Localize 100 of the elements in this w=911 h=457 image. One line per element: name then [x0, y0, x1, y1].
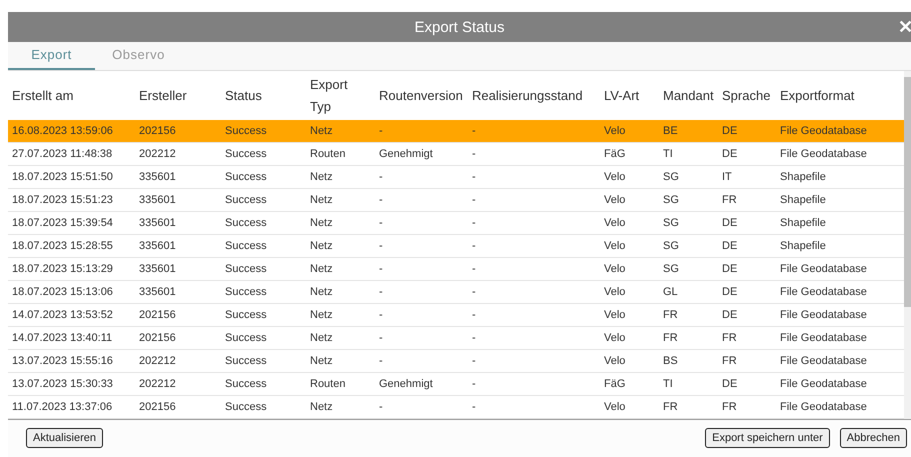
table-cell-text: - — [379, 240, 384, 252]
column-header[interactable]: Status — [225, 88, 310, 103]
table-cell-text: - — [379, 125, 384, 137]
table-cell-text: GL — [663, 286, 679, 298]
table-cell-text: - — [379, 217, 384, 229]
table-cell-text: - — [379, 286, 384, 298]
table-cell-text: - — [472, 194, 477, 206]
column-header[interactable]: Exportformat — [780, 88, 904, 103]
table-cell-text: Success — [225, 125, 268, 137]
table-cell-text: Velo — [604, 171, 626, 183]
table-cell-text: - — [472, 309, 477, 321]
table-row[interactable]: 18.07.2023 15:39:54 335601 Success Netz - - Velo SG DE Shapefile — [8, 212, 904, 235]
table-cell-text: Success — [225, 401, 268, 413]
table-cell-text: 202212 — [139, 378, 177, 390]
table-cell-text: - — [472, 286, 477, 298]
table-cell-text: FR — [722, 401, 738, 413]
table-cell-text: 14.07.2023 13:40:11 — [12, 332, 114, 344]
table-cell-text: Shapefile — [780, 171, 827, 183]
table-cell-text: Genehmigt — [379, 378, 434, 390]
table-cell-text: Netz — [310, 286, 334, 298]
table-cell-text: 27.07.2023 11:48:38 — [12, 148, 114, 160]
table-cell-text: File Geodatabase — [780, 263, 868, 275]
table-cell-text: Netz — [310, 309, 334, 321]
column-header[interactable]: LV-Art — [604, 88, 663, 103]
table-cell-text: Success — [225, 332, 268, 344]
column-header[interactable]: Realisierungsstand — [472, 88, 604, 103]
table-row[interactable]: 11.07.2023 13:37:06 202156 Success Netz - - Velo FR FR File Geodatabase — [8, 396, 904, 419]
table-cell-text: TI — [663, 148, 674, 160]
table-cell-text: Velo — [604, 332, 626, 344]
table-cell-text: 11.07.2023 13:37:06 — [12, 401, 114, 413]
table-row[interactable]: 18.07.2023 15:28:55 335601 Success Netz - - Velo SG DE Shapefile — [8, 235, 904, 258]
table-cell-text: Velo — [604, 217, 626, 229]
table-cell-text: FäG — [604, 148, 626, 160]
column-header[interactable]: Export Typ — [310, 74, 350, 118]
table-cell-text: 13.07.2023 15:55:16 — [12, 355, 114, 367]
table-cell-text: Success — [225, 148, 268, 160]
table-cell-text: Velo — [604, 286, 626, 298]
table-cell-text: Genehmigt — [379, 148, 434, 160]
table-cell-text: File Geodatabase — [780, 332, 868, 344]
table-cell-text: Shapefile — [780, 217, 827, 229]
table-cell-text: Shapefile — [780, 194, 827, 206]
table-row[interactable]: 18.07.2023 15:51:23 335601 Success Netz - - Velo SG FR Shapefile — [8, 189, 904, 212]
column-header[interactable]: Sprache — [722, 88, 780, 103]
table-cell-text: 202156 — [139, 332, 177, 344]
table-row[interactable]: 18.07.2023 15:51:50 335601 Success Netz - - Velo SG IT Shapefile — [8, 166, 904, 189]
table-cell-text: Velo — [604, 309, 626, 321]
action-button[interactable]: Export speichern unter — [705, 428, 830, 448]
table-cell-text: Netz — [310, 194, 334, 206]
table-cell-text: Velo — [604, 125, 626, 137]
table-cell-text: Success — [225, 217, 268, 229]
column-header[interactable]: Ersteller — [139, 88, 225, 103]
selected-row[interactable]: 16.08.2023 13:59:06 202156 Success Netz - - Velo BE DE File Geodatabase — [8, 120, 904, 143]
action-button[interactable]: Aktualisieren — [26, 428, 103, 448]
table-row[interactable]: 14.07.2023 13:53:52 202156 Success Netz - - Velo FR DE File Geodatabase — [8, 304, 904, 327]
table-cell-text: SG — [663, 194, 680, 206]
table-cell-text: 202212 — [139, 148, 177, 160]
table-cell-text: FäG — [604, 378, 626, 390]
table-cell-text: TI — [663, 378, 674, 390]
close-button[interactable]: ✕ — [898, 16, 911, 38]
table-cell-text: DE — [722, 378, 738, 390]
column-header[interactable]: Erstellt am — [12, 88, 139, 103]
table-cell-text: FR — [722, 355, 738, 367]
action-button[interactable]: Abbrechen — [840, 428, 907, 448]
table-cell-text: 202156 — [139, 125, 177, 137]
table-cell-text: Success — [225, 286, 268, 298]
table-cell-text: File Geodatabase — [780, 286, 868, 298]
table-cell-text: 202156 — [139, 401, 177, 413]
table-cell-text: Success — [225, 194, 268, 206]
column-header[interactable]: Mandant — [663, 88, 722, 103]
table-cell-text: - — [472, 378, 477, 390]
table-cell-text: Netz — [310, 332, 334, 344]
column-header[interactable]: Routenversion — [379, 88, 472, 103]
table-cell-text: 335601 — [139, 263, 177, 275]
table-cell-text: - — [472, 148, 477, 160]
table-row[interactable]: 18.07.2023 15:13:29 335601 Success Netz - - Velo SG DE File Geodatabase — [8, 258, 904, 281]
table-row[interactable]: 13.07.2023 15:55:16 202212 Success Netz - - Velo BS FR File Geodatabase — [8, 350, 904, 373]
table-cell-text: Netz — [310, 240, 334, 252]
table-cell-text: - — [472, 240, 477, 252]
table-row[interactable]: 18.07.2023 15:13:06 335601 Success Netz - - Velo GL DE File Geodatabase — [8, 281, 904, 304]
table-cell-text: DE — [722, 148, 738, 160]
table-cell-text: 16.08.2023 13:59:06 — [12, 125, 114, 137]
table-cell-text: Velo — [604, 401, 626, 413]
table-cell-text: 14.07.2023 13:53:52 — [12, 309, 114, 321]
table-cell-text: - — [472, 332, 477, 344]
table-cell-text: BE — [663, 125, 679, 137]
scrollbar[interactable] — [904, 71, 911, 419]
table-cell-text: SG — [663, 217, 680, 229]
table-row[interactable]: 27.07.2023 11:48:38 202212 Success Routen Genehmigt - FäG TI DE File Geodatabase — [8, 143, 904, 166]
table-row[interactable]: 13.07.2023 15:30:33 202212 Success Routen Genehmigt - FäG TI DE File Geodatabase — [8, 373, 904, 396]
table-row[interactable]: 14.07.2023 13:40:11 202156 Success Netz - - Velo FR FR File Geodatabase — [8, 327, 904, 350]
table-cell-text: File Geodatabase — [780, 125, 868, 137]
table-cell-text: - — [472, 125, 477, 137]
table-cell-text: Netz — [310, 171, 334, 183]
table-cell-text: - — [379, 332, 384, 344]
table-cell-text: Routen — [310, 148, 346, 160]
table-cell-text: 202212 — [139, 355, 177, 367]
table-cell-text: - — [379, 309, 384, 321]
table-cell-text: FR — [663, 309, 679, 321]
table-cell-text: Velo — [604, 194, 626, 206]
table-cell-text: File Geodatabase — [780, 378, 868, 390]
